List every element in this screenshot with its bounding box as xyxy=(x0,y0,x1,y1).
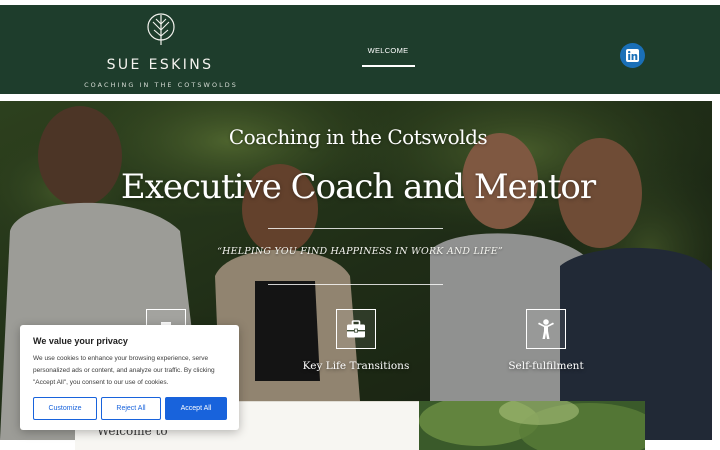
cookie-consent-banner: We value your privacy We use cookies to … xyxy=(20,325,239,430)
reject-all-button[interactable]: Reject All xyxy=(101,397,161,420)
hero-quote: “HELPING YOU FIND HAPPINESS IN WORK AND … xyxy=(217,246,503,257)
customize-button[interactable]: Customize xyxy=(33,397,97,420)
feature-key-life-transitions[interactable] xyxy=(336,309,376,349)
person-icon xyxy=(538,319,554,339)
briefcase-icon xyxy=(347,320,365,338)
hero-right-edge xyxy=(712,101,720,450)
hero-heading: Executive Coach and Mentor xyxy=(120,167,596,207)
brand-tagline: COACHING IN THE COTSWOLDS xyxy=(84,81,238,89)
feature-self-fulfilment[interactable] xyxy=(526,309,566,349)
header-gap xyxy=(0,94,720,101)
nav-item-welcome[interactable]: WELCOME xyxy=(358,46,418,55)
brand-name[interactable]: SUE ESKINS xyxy=(80,57,240,73)
nav-active-indicator xyxy=(362,65,415,67)
cookie-body-text: We use cookies to enhance your browsing … xyxy=(33,355,215,386)
hero-subheading: Coaching in the Cotswolds xyxy=(228,125,488,149)
linkedin-icon xyxy=(626,49,639,62)
accept-all-button[interactable]: Accept All xyxy=(165,397,227,420)
site-header: SUE ESKINS COACHING IN THE COTSWOLDS WEL… xyxy=(0,5,720,94)
cookie-title: We value your privacy xyxy=(33,336,128,346)
leaf-logo-icon[interactable] xyxy=(144,12,178,46)
hero-divider-bottom xyxy=(268,284,443,285)
hero-divider-top xyxy=(268,228,443,229)
feature-label-self-fulfilment: Self-fulfilment xyxy=(508,360,584,372)
feature-label-key-life-transitions: Key Life Transitions xyxy=(302,360,410,372)
welcome-photo xyxy=(419,401,645,450)
linkedin-button[interactable] xyxy=(620,43,645,68)
